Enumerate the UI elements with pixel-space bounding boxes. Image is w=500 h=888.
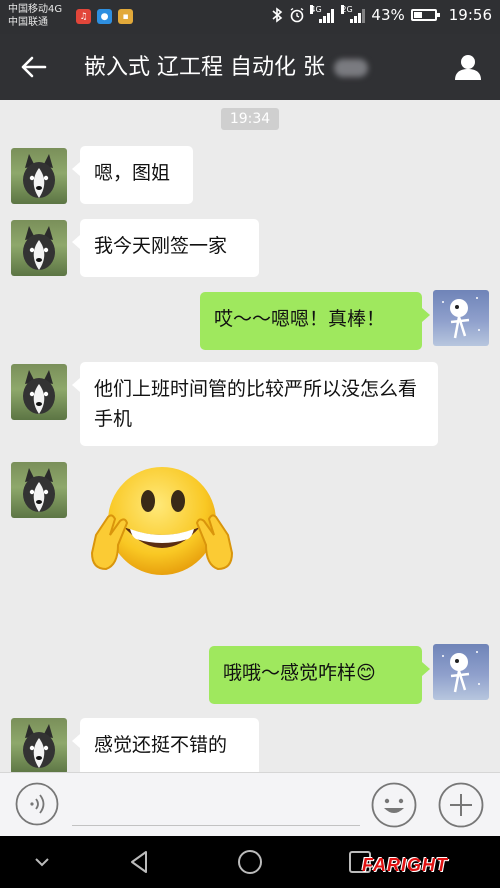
battery-level [413, 12, 423, 18]
husky-avatar-icon [23, 226, 55, 270]
message-app-icon: ● [97, 9, 112, 24]
message-bubble-sent[interactable]: 哦哦～感觉咋样😊 [209, 646, 430, 704]
status-bar: 中国移动4G 中国联通 ♫ ● ▪ 4G 2G 43% 19:56 [0, 0, 500, 34]
contact-avatar[interactable] [11, 718, 67, 772]
chat-title-text: 嵌入式 辽工程 自动化 张 [84, 55, 325, 80]
message-input-bar [0, 772, 500, 836]
carrier-secondary: 中国联通 [8, 17, 48, 28]
back-triangle-icon[interactable] [126, 848, 154, 876]
carrier-info: 中国移动4G 中国联通 [8, 3, 62, 29]
contact-avatar[interactable] [11, 462, 67, 518]
message-bubble-received[interactable]: 感觉还挺不错的 [72, 718, 259, 772]
home-circle-icon[interactable] [236, 848, 264, 876]
emoji-picker-icon[interactable] [371, 782, 417, 828]
husky-avatar-icon [23, 154, 55, 198]
chat-header: 嵌入式 辽工程 自动化 张 [0, 34, 500, 100]
my-avatar[interactable] [433, 644, 489, 700]
hide-keyboard-chevron-icon[interactable] [28, 848, 56, 876]
watermark-logo: FARIGHT [362, 855, 448, 875]
voice-input-icon[interactable] [15, 782, 59, 826]
my-avatar[interactable] [433, 290, 489, 346]
music-app-icon: ♫ [76, 9, 91, 24]
more-options-plus-icon[interactable] [438, 782, 484, 828]
contact-avatar[interactable] [11, 364, 67, 420]
text-input-field[interactable] [72, 825, 360, 826]
contact-avatar[interactable] [11, 220, 67, 276]
notification-app-icon: ▪ [118, 9, 133, 24]
net-2g-label: 2G [341, 4, 353, 14]
signal-4g-icon: 4G [310, 4, 335, 23]
message-list[interactable]: 19:34 嗯，图姐 我今天刚签一家 哎～～嗯嗯！真棒！ 他们上班时间管的比较严… [0, 100, 500, 772]
signal-2g-icon: 2G [341, 4, 366, 23]
net-4g-label: 4G [310, 4, 322, 14]
chat-title: 嵌入式 辽工程 自动化 张 [84, 54, 368, 82]
battery-percent: 43% [371, 6, 405, 24]
blurred-name [333, 59, 368, 77]
bluetooth-icon [272, 7, 283, 23]
notification-icons: ♫ ● ▪ [76, 9, 133, 24]
contact-avatar[interactable] [11, 148, 67, 204]
status-indicators: 4G 2G 43% 19:56 [271, 4, 492, 24]
clock: 19:56 [448, 6, 492, 24]
cartoon-avatar-icon [442, 297, 480, 339]
profile-icon[interactable] [452, 51, 484, 83]
message-bubble-received[interactable]: 嗯，图姐 [72, 146, 193, 204]
message-bubble-sent[interactable]: 哎～～嗯嗯！真棒！ [200, 292, 430, 350]
cartoon-avatar-icon [442, 651, 480, 693]
battery-icon [410, 9, 440, 21]
carrier-primary: 中国移动4G [8, 4, 63, 15]
husky-avatar-icon [23, 468, 55, 512]
timestamp-badge: 19:34 [221, 108, 279, 130]
back-arrow-icon[interactable] [18, 51, 50, 83]
husky-avatar-icon [23, 370, 55, 414]
message-bubble-received[interactable]: 我今天刚签一家 [72, 219, 259, 277]
husky-avatar-icon [23, 724, 55, 768]
grinning-victory-emoji-sticker[interactable] [88, 465, 236, 589]
message-bubble-received[interactable]: 他们上班时间管的比较严所以没怎么看手机 [72, 362, 438, 446]
alarm-icon [291, 7, 304, 23]
